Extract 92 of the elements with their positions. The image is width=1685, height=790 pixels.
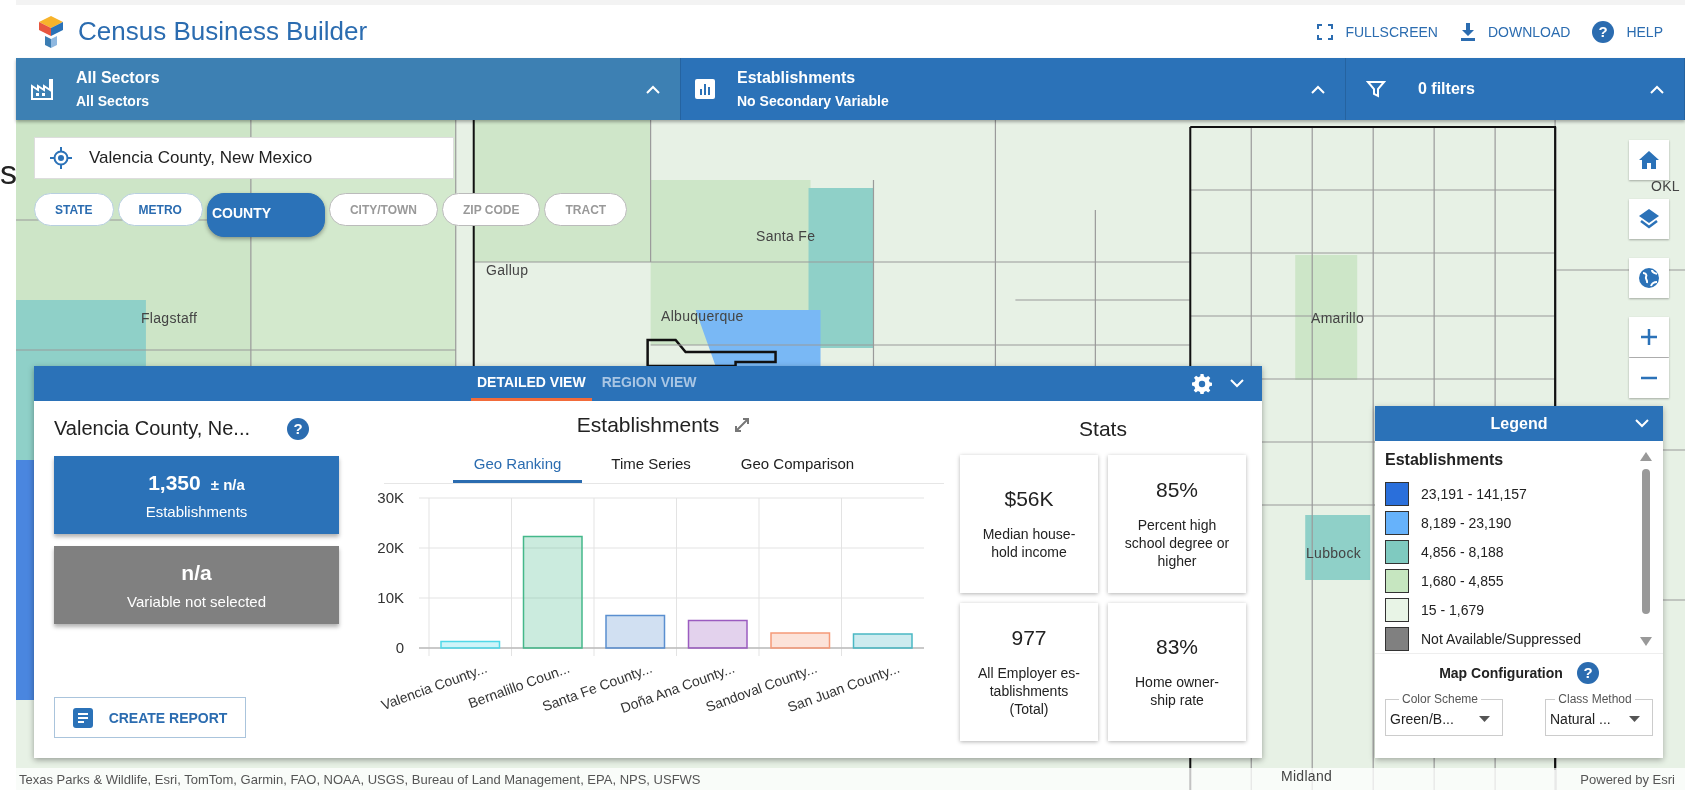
place-label: Gallup bbox=[486, 262, 529, 278]
place-label: Amarillo bbox=[1311, 310, 1364, 326]
legend-label: 4,856 - 8,188 bbox=[1421, 543, 1504, 560]
geo-level-button[interactable]: METRO bbox=[117, 193, 203, 226]
globe-button[interactable] bbox=[1629, 258, 1669, 298]
home-icon bbox=[1638, 150, 1660, 170]
header-action-link[interactable]: FULLSCREEN bbox=[1317, 20, 1438, 43]
chevron-up-icon bbox=[1650, 84, 1664, 94]
plus-icon bbox=[1640, 328, 1658, 346]
y-tick-label: 30K bbox=[377, 489, 404, 506]
stat-value: $56K bbox=[1004, 486, 1054, 511]
bar bbox=[687, 619, 748, 649]
place-label: Lubbock bbox=[1306, 545, 1362, 561]
place-label: OKL bbox=[1651, 178, 1680, 194]
stat-label: Percent high school degree or higher bbox=[1123, 515, 1231, 571]
dropdown-select[interactable]: Color Scheme Green/B... bbox=[1385, 692, 1503, 736]
value-text: n/a bbox=[181, 560, 212, 585]
view-tab[interactable]: REGION VIEW bbox=[595, 366, 703, 401]
chevron-up-icon bbox=[1311, 84, 1325, 94]
value-label: Variable not selected bbox=[127, 592, 266, 610]
region-title: Valencia County, Ne... bbox=[54, 417, 251, 440]
stat-value: 977 bbox=[1011, 625, 1047, 650]
scrollbar[interactable] bbox=[1639, 451, 1653, 647]
help-icon[interactable]: ? bbox=[1576, 662, 1599, 684]
bar bbox=[605, 614, 666, 649]
stat-value: 83% bbox=[1156, 634, 1198, 659]
chart-tab[interactable]: Geo Ranking bbox=[452, 447, 583, 483]
legend-variable: Establishments bbox=[1385, 451, 1505, 469]
stat-value: 85% bbox=[1156, 477, 1198, 502]
chart-tab[interactable]: Time Series bbox=[590, 447, 712, 483]
legend-label: 15 - 1,679 bbox=[1421, 601, 1485, 618]
legend-label: 8,189 - 23,190 bbox=[1421, 514, 1512, 531]
minus-icon bbox=[1640, 376, 1658, 380]
chevron-down-icon bbox=[1635, 419, 1649, 428]
geo-level-button[interactable]: COUNTY bbox=[206, 193, 325, 237]
geo-level-button[interactable]: STATE bbox=[34, 193, 114, 226]
view-tab[interactable]: DETAILED VIEW bbox=[471, 366, 592, 401]
home-button[interactable] bbox=[1629, 140, 1669, 180]
attribution-text: Texas Parks & Wildlife, Esri, TomTom, Garmin, FAO, NOAA, USGS, Bureau of Land Management, EPA, NPS, USFWS bbox=[19, 771, 701, 787]
margin-text: ± n/a bbox=[210, 475, 245, 493]
chart-tab[interactable]: Geo Comparison bbox=[719, 447, 876, 483]
create-report-button[interactable]: CREATE REPORT bbox=[54, 697, 246, 738]
document-icon bbox=[72, 707, 93, 728]
place-label: Albuquerque bbox=[661, 308, 744, 324]
chevron-down-icon[interactable] bbox=[1230, 379, 1244, 388]
cube-logo-icon bbox=[36, 13, 66, 50]
expand-icon[interactable] bbox=[733, 416, 752, 434]
help-icon[interactable]: ? bbox=[287, 417, 309, 440]
edge-text: s bbox=[0, 155, 16, 189]
layers-icon bbox=[1638, 208, 1660, 230]
legend-header[interactable]: Legend bbox=[1375, 406, 1663, 441]
place-label: Midland bbox=[1281, 768, 1333, 784]
bar bbox=[852, 633, 913, 649]
help-icon: ? bbox=[1592, 20, 1615, 43]
header-action-link[interactable]: DOWNLOAD bbox=[1459, 20, 1571, 43]
factory-icon bbox=[30, 78, 54, 100]
fullscreen-icon bbox=[1317, 23, 1334, 40]
value-text: 1,350 bbox=[148, 470, 201, 495]
stat-label: Median house- hold income bbox=[981, 524, 1077, 562]
stat-label: Home owner- ship rate bbox=[1134, 672, 1220, 710]
location-search-field[interactable]: Valencia County, New Mexico bbox=[34, 137, 454, 179]
map-configuration-title: Map Configuration bbox=[1439, 665, 1563, 681]
legend-label: 1,680 - 4,855 bbox=[1421, 572, 1504, 589]
powered-by-text: Powered by Esri bbox=[1580, 771, 1675, 787]
chart-title: Establishments bbox=[576, 413, 720, 437]
bar-chart-icon bbox=[695, 79, 715, 99]
y-tick-label: 20K bbox=[377, 539, 404, 556]
place-label: Santa Fe bbox=[756, 228, 816, 244]
bar bbox=[440, 640, 501, 649]
place-label: Flagstaff bbox=[141, 310, 198, 326]
app-title: Census Business Builder bbox=[78, 16, 368, 47]
locate-icon bbox=[50, 147, 72, 169]
legend-label: Not Available/Suppressed bbox=[1421, 630, 1582, 647]
stat-label: All Employer es- tablishments (Total) bbox=[977, 663, 1081, 719]
globe-icon bbox=[1638, 267, 1660, 289]
value-label: Establishments bbox=[145, 502, 248, 520]
caret-icon bbox=[1629, 715, 1640, 722]
caret-icon bbox=[1479, 715, 1490, 722]
dropdown-select[interactable]: Class Method Natural ... bbox=[1545, 692, 1653, 736]
zoom-in-button[interactable] bbox=[1629, 317, 1669, 357]
legend-label: 23,191 - 141,157 bbox=[1421, 485, 1527, 502]
filter-icon bbox=[1366, 79, 1386, 99]
stats-title: Stats bbox=[1079, 417, 1127, 441]
y-tick-label: 0 bbox=[395, 639, 404, 656]
y-tick-label: 10K bbox=[377, 589, 404, 606]
bar bbox=[770, 632, 831, 649]
chevron-up-icon bbox=[646, 84, 660, 94]
toolbar-selector[interactable]: All Sectors All Sectors bbox=[16, 58, 681, 120]
download-icon bbox=[1459, 22, 1476, 41]
header-action-link[interactable]: ? HELP bbox=[1592, 20, 1663, 43]
layers-button[interactable] bbox=[1629, 199, 1669, 239]
settings-icon[interactable] bbox=[1192, 373, 1212, 394]
